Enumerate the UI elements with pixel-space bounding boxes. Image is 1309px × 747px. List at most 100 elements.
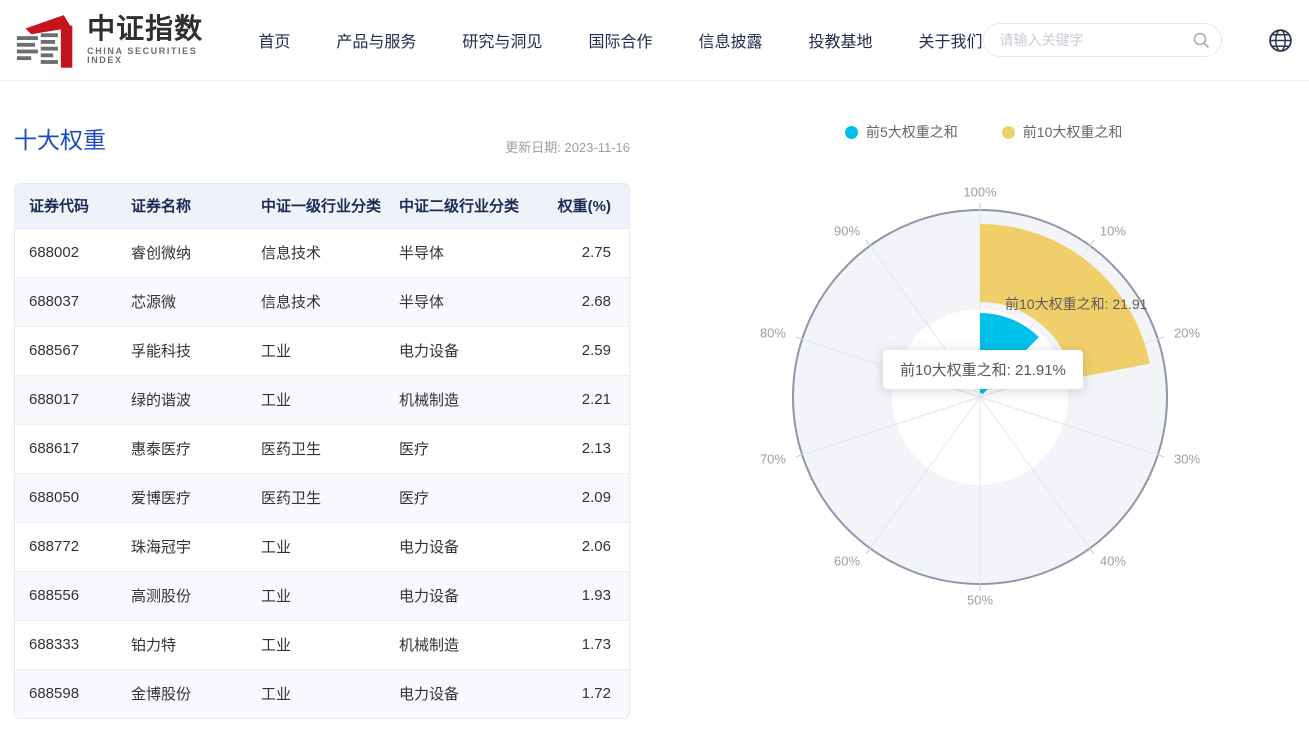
cell-name: 芯源微 <box>131 294 177 311</box>
cell-industry-l1: 工业 <box>261 588 292 605</box>
update-date: 更新日期: 2023-11-16 <box>505 140 630 155</box>
cell-name: 孚能科技 <box>131 343 192 360</box>
nav-item-home[interactable]: 首页 <box>258 28 290 52</box>
cell-industry-l1: 信息技术 <box>261 245 322 262</box>
col-header-code: 证券代码 <box>15 184 117 229</box>
cell-industry-l1: 医药卫生 <box>261 441 322 458</box>
cell-weight: 1.93 <box>581 587 611 604</box>
cell-weight: 1.73 <box>581 636 611 653</box>
table-header-row: 证券代码 证券名称 中证一级行业分类 中证二级行业分类 权重(%) <box>15 184 629 229</box>
table-row: 688037 芯源微 信息技术 半导体 2.68 <box>15 277 629 326</box>
cell-name: 金博股份 <box>131 686 192 704</box>
cell-industry-l2: 机械制造 <box>399 392 460 409</box>
legend-dot <box>845 125 858 139</box>
col-header-industry-l1: 中证一级行业分类 <box>247 184 385 229</box>
cell-weight: 2.09 <box>581 489 611 506</box>
cell-industry-l1: 工业 <box>261 539 292 556</box>
angle-tick <box>1157 336 1165 340</box>
nav-item-investor-education[interactable]: 投教基地 <box>808 28 872 52</box>
page: 中证指数 CHINA SECURITIES INDEX 首页 产品与服务 研究与… <box>0 0 1309 747</box>
table-row: 688598 金博股份 工业 电力设备 1.72 <box>15 669 629 718</box>
cell-name: 铂力特 <box>131 637 177 654</box>
cell-name: 睿创微纳 <box>131 245 192 262</box>
bar-value-label: 前10大权重之和: 21.91 <box>1005 296 1148 312</box>
search-box <box>982 23 1222 57</box>
site-header: 中证指数 CHINA SECURITIES INDEX 首页 产品与服务 研究与… <box>0 0 1309 81</box>
cell-code: 688567 <box>29 342 80 359</box>
nav-item-international[interactable]: 国际合作 <box>588 28 652 52</box>
language-globe-icon[interactable] <box>1268 28 1293 53</box>
cell-industry-l2: 半导体 <box>399 294 445 311</box>
angle-tick <box>865 547 871 555</box>
cell-code: 688617 <box>29 440 80 457</box>
cell-weight: 2.21 <box>581 391 611 408</box>
angle-tick <box>1089 547 1095 555</box>
legend-label: 前5大权重之和 <box>866 124 958 140</box>
angle-tick-label: 90% <box>834 223 860 238</box>
cell-industry-l1: 工业 <box>261 343 292 360</box>
cell-weight: 1.72 <box>581 685 611 703</box>
nav-item-disclosure[interactable]: 信息披露 <box>698 28 762 52</box>
angle-tick-label: 80% <box>760 325 786 340</box>
chart-legend: 前5大权重之和 前10大权重之和 <box>845 122 1122 142</box>
cell-industry-l1: 工业 <box>261 637 292 654</box>
angle-tick <box>865 239 871 247</box>
table-row: 688002 睿创微纳 信息技术 半导体 2.75 <box>15 228 629 277</box>
polar-chart-svg: 100% 10% 20% 30% 40% 50% 60% 70% 80% 90% <box>760 184 1201 607</box>
nav-item-research-insights[interactable]: 研究与洞见 <box>462 28 542 52</box>
main-nav: 首页 产品与服务 研究与洞见 国际合作 信息披露 投教基地 关于我们 <box>258 28 982 52</box>
angle-tick-label: 70% <box>760 451 786 466</box>
nav-item-about-us[interactable]: 关于我们 <box>918 28 982 52</box>
chart-tooltip: 前10大权重之和: 21.91% <box>883 350 1083 389</box>
angle-tick-label: 40% <box>1100 553 1126 568</box>
cell-code: 688598 <box>29 685 80 703</box>
nav-item-products-services[interactable]: 产品与服务 <box>336 28 416 52</box>
cell-industry-l1: 工业 <box>261 392 292 409</box>
cell-code: 688037 <box>29 293 80 310</box>
cell-name: 爱博医疗 <box>131 490 192 507</box>
legend-dot <box>1001 125 1015 139</box>
angle-tick <box>795 454 803 458</box>
cell-industry-l2: 电力设备 <box>399 588 460 605</box>
cell-weight: 2.06 <box>581 538 611 555</box>
cell-name: 惠泰医疗 <box>131 441 192 458</box>
polar-chart: 100% 10% 20% 30% 40% 50% 60% 70% 80% 90% 前10大权重之和… <box>660 160 1309 700</box>
cell-weight: 2.13 <box>581 440 611 457</box>
cell-industry-l1: 信息技术 <box>261 294 322 311</box>
angle-tick-label: 20% <box>1174 325 1200 340</box>
table-row: 688772 珠海冠宇 工业 电力设备 2.06 <box>15 522 629 571</box>
cell-industry-l2: 医疗 <box>399 441 430 458</box>
angle-tick-label: 30% <box>1174 451 1200 466</box>
table-row: 688017 绿的谐波 工业 机械制造 2.21 <box>15 375 629 424</box>
table-row: 688567 孚能科技 工业 电力设备 2.59 <box>15 326 629 375</box>
search-input[interactable] <box>982 23 1222 57</box>
cell-name: 珠海冠宇 <box>131 539 192 556</box>
cell-industry-l2: 半导体 <box>399 245 445 262</box>
logo-mark <box>16 15 73 68</box>
table-row: 688617 惠泰医疗 医药卫生 医疗 2.13 <box>15 424 629 473</box>
col-header-weight: 权重(%) <box>537 184 629 229</box>
angle-tick <box>1089 239 1095 247</box>
cell-code: 688002 <box>29 244 80 261</box>
cell-weight: 2.59 <box>581 342 611 359</box>
cell-industry-l2: 机械制造 <box>399 637 460 654</box>
logo[interactable]: 中证指数 CHINA SECURITIES INDEX <box>14 11 230 69</box>
legend-item-top5[interactable]: 前5大权重之和 <box>845 122 958 142</box>
cell-weight: 2.75 <box>581 244 611 261</box>
angle-tick <box>795 336 803 340</box>
cell-code: 688050 <box>29 489 80 506</box>
cell-name: 高测股份 <box>131 588 192 605</box>
cell-code: 688556 <box>29 587 80 604</box>
legend-label: 前10大权重之和 <box>1022 124 1123 140</box>
table-row: 688556 高测股份 工业 电力设备 1.93 <box>15 571 629 620</box>
angle-tick-label: 60% <box>834 553 860 568</box>
cell-industry-l1: 工业 <box>261 686 292 704</box>
search-icon[interactable] <box>1192 31 1210 49</box>
cell-industry-l1: 医药卫生 <box>261 490 322 507</box>
legend-item-top10[interactable]: 前10大权重之和 <box>1001 122 1123 142</box>
cell-code: 688772 <box>29 538 80 555</box>
cell-code: 688333 <box>29 636 80 653</box>
cell-industry-l2: 医疗 <box>399 490 430 507</box>
col-header-industry-l2: 中证二级行业分类 <box>385 184 537 229</box>
angle-tick-label: 50% <box>967 592 993 607</box>
